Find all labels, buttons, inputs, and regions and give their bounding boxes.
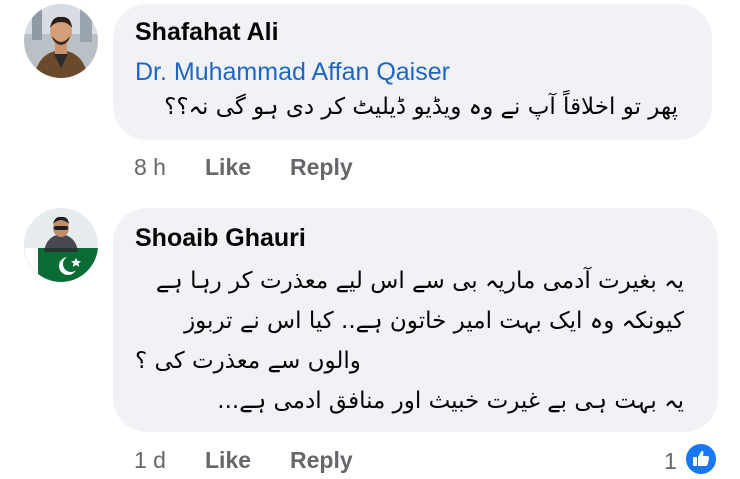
reply-button[interactable]: Reply — [290, 447, 353, 474]
thumbs-up-icon-glyph — [693, 450, 710, 466]
like-button[interactable]: Like — [205, 447, 251, 474]
comment-timestamp[interactable]: 8 h — [134, 154, 166, 181]
reaction-count[interactable]: 1 — [664, 448, 677, 475]
comment-timestamp[interactable]: 1 d — [134, 447, 166, 474]
comment-text-line-4: یہ بہت ہی بے غیرت خبیث اور منافق ادمی ہے… — [217, 388, 684, 414]
mention-link[interactable]: Dr. Muhammad Affan Qaiser — [135, 58, 450, 87]
comment-text-line-2: کیونکہ وہ ایک بہت امیر خاتون ہے.. کیا اس… — [184, 308, 684, 334]
avatar-shoaib-ghauri[interactable] — [24, 208, 98, 282]
person-avatar-icon — [24, 4, 98, 78]
comment-text-line-3: والوں سے معذرت کی ؟ — [135, 348, 361, 374]
reply-button[interactable]: Reply — [290, 154, 353, 181]
comment-text-line-1: یہ بغیرت آدمی ماریہ بی سے اس لیے معذرت ک… — [155, 268, 684, 294]
comment-text: پھر تو اخلاقاً آپ نے وہ ویڈیو ڈیلیٹ کر د… — [164, 94, 678, 120]
comment-bubble-shafahat-ali: Shafahat Ali Dr. Muhammad Affan Qaiser پ… — [113, 4, 712, 140]
comment-author[interactable]: Shoaib Ghauri — [135, 224, 306, 253]
comment-bubble-shoaib-ghauri: Shoaib Ghauri یہ بغیرت آدمی ماریہ بی سے … — [113, 208, 718, 432]
like-button[interactable]: Like — [205, 154, 251, 181]
avatar-shafahat-ali[interactable] — [24, 4, 98, 78]
pakistan-flag-avatar-icon — [24, 208, 98, 282]
thumbs-up-icon[interactable] — [684, 442, 718, 476]
comment-author[interactable]: Shafahat Ali — [135, 18, 279, 47]
